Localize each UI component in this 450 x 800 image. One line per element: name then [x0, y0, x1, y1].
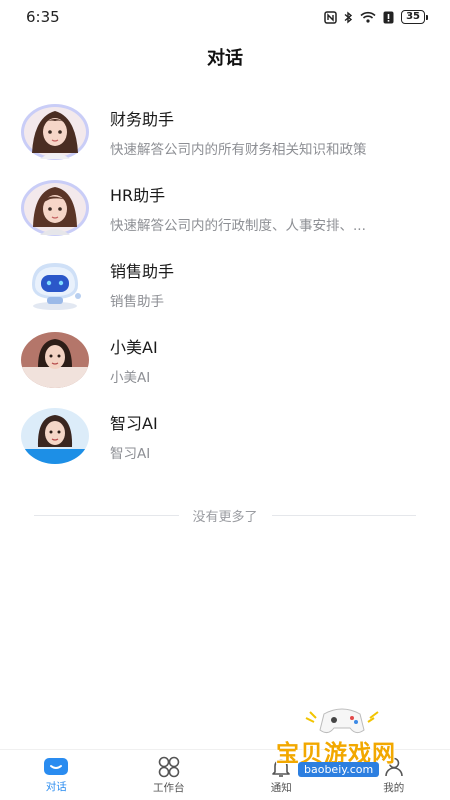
divider	[34, 514, 179, 516]
chat-name: 智习AI	[110, 414, 158, 433]
tab-profile[interactable]: 我的	[354, 756, 434, 795]
bluetooth-icon	[344, 11, 353, 23]
chat-icon	[44, 757, 69, 775]
chat-desc: 小美AI	[110, 370, 151, 386]
chat-name: 小美AI	[110, 338, 158, 357]
avatar	[20, 407, 90, 465]
tab-label: 通知	[270, 781, 292, 794]
battery-level: 35	[401, 10, 425, 24]
tab-notifications[interactable]: 通知	[241, 756, 321, 795]
gamepad-icon	[305, 708, 379, 734]
chat-list: 财务助手 快速解答公司内的所有财务相关知识和政策 HR助手 快速解答公司内的行政…	[0, 94, 450, 474]
avatar	[20, 103, 90, 161]
divider	[271, 514, 417, 516]
wifi-icon	[360, 11, 376, 23]
nfc-icon	[324, 10, 337, 24]
battery-icon: 35	[401, 10, 428, 24]
chat-item-sales[interactable]: 销售助手 销售助手	[0, 246, 450, 322]
chat-desc: 快速解答公司内的所有财务相关知识和政策	[110, 142, 367, 158]
bottom-tab-bar: 对话 工作台 通知 我的	[0, 749, 450, 800]
user-icon	[384, 757, 403, 776]
tab-label: 工作台	[153, 781, 185, 794]
chat-desc: 快速解答公司内的行政制度、人事安排、...	[110, 218, 366, 234]
list-end-indicator: 没有更多了	[34, 505, 417, 525]
status-time: 6:35	[26, 8, 60, 26]
robot-icon	[20, 255, 90, 313]
chat-name: 财务助手	[110, 110, 175, 129]
status-bar: 6:35 35	[0, 0, 450, 34]
chat-item-zhixi[interactable]: 智习AI 智习AI	[0, 398, 450, 474]
tab-label: 对话	[45, 780, 67, 793]
chat-desc: 销售助手	[110, 294, 164, 310]
chat-item-hr[interactable]: HR助手 快速解答公司内的行政制度、人事安排、...	[0, 170, 450, 246]
no-more-text: 没有更多了	[192, 509, 258, 525]
tab-label: 我的	[383, 781, 405, 794]
chat-item-finance[interactable]: 财务助手 快速解答公司内的所有财务相关知识和政策	[0, 94, 450, 170]
avatar	[20, 331, 90, 389]
chat-item-xiaomei[interactable]: 小美AI 小美AI	[0, 322, 450, 398]
page-title: 对话	[207, 48, 243, 69]
avatar	[20, 179, 90, 237]
tab-chat[interactable]: 对话	[16, 757, 96, 794]
grid-icon	[158, 756, 180, 777]
tab-workbench[interactable]: 工作台	[129, 756, 209, 795]
alert-icon	[383, 11, 394, 23]
chat-desc: 智习AI	[110, 446, 151, 462]
chat-name: HR助手	[110, 186, 166, 205]
chat-name: 销售助手	[110, 262, 175, 281]
bell-icon	[272, 758, 291, 777]
status-icons: 35	[324, 10, 428, 24]
